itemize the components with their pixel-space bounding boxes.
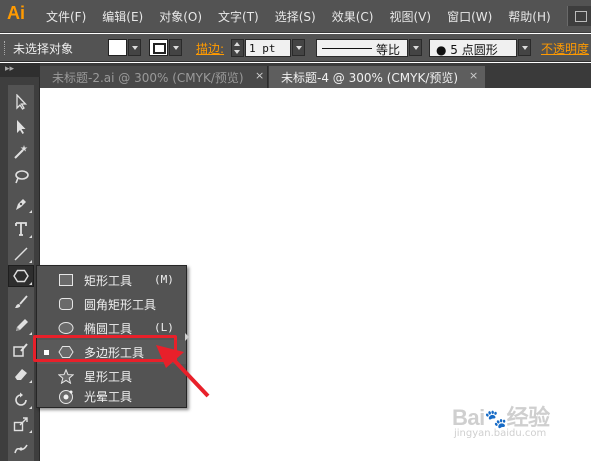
scale-tool[interactable] — [8, 413, 34, 435]
lasso-icon — [15, 170, 29, 184]
selection-status: 未选择对象 — [13, 42, 74, 56]
opacity-label-link[interactable]: 不透明度 — [541, 40, 589, 57]
more-tools-indicator — [29, 380, 32, 383]
type-t-icon — [15, 222, 27, 236]
direct-selection-arrow-icon — [17, 120, 26, 134]
more-tools-indicator — [29, 406, 32, 409]
app-logo: Ai — [7, 3, 25, 23]
stroke-label-link[interactable]: 描边: — [196, 40, 224, 57]
control-bar: 未选择对象 描边: 1 pt 等比 ● 5 点圆形 不透明度 — [0, 34, 591, 62]
blob-brush-icon — [13, 343, 28, 357]
watermark-url: jingyan.baidu.com — [454, 428, 547, 439]
flyout-item-rectangle[interactable]: 矩形工具 (M) — [37, 268, 186, 292]
paw-icon: 🐾 — [484, 409, 507, 429]
menu-bar: Ai 文件(F) 编辑(E) 对象(O) 文字(T) 选择(S) 效果(C) 视… — [0, 0, 591, 33]
ellipse-icon — [58, 322, 74, 334]
polygon-icon — [13, 269, 29, 283]
more-tools-indicator — [29, 282, 32, 285]
baidu-jingyan-watermark: Bai🐾经验 jingyan.baidu.com — [452, 400, 550, 439]
lasso-tool[interactable] — [8, 166, 34, 188]
stroke-weight-dropdown-arrow[interactable] — [292, 39, 305, 56]
more-tools-indicator — [29, 332, 32, 335]
more-tools-indicator — [29, 235, 32, 238]
more-tools-indicator — [29, 260, 32, 263]
polygon-tool[interactable] — [8, 265, 34, 287]
menu-effect[interactable]: 效果(C) — [332, 8, 374, 25]
rotate-icon — [15, 392, 27, 406]
tools-panel: ▸▸ — [0, 63, 40, 461]
flyout-item-rounded-rectangle[interactable]: 圆角矩形工具 — [37, 292, 186, 316]
line-segment-icon — [14, 247, 28, 261]
magic-wand-tool[interactable] — [8, 141, 34, 163]
fill-swatch[interactable] — [108, 39, 127, 56]
tab-document-4[interactable]: 未标题-4 @ 300% (CMYK/预览) × — [269, 66, 485, 88]
paintbrush-icon — [15, 295, 28, 308]
close-icon[interactable]: × — [469, 69, 478, 82]
menu-view[interactable]: 视图(V) — [389, 8, 431, 25]
panel-grip[interactable] — [4, 41, 7, 55]
menu-edit[interactable]: 编辑(E) — [102, 8, 143, 25]
profile-dropdown-arrow[interactable] — [409, 39, 422, 56]
tab-document-2[interactable]: 未标题-2.ai @ 300% (CMYK/预览) × — [40, 66, 268, 88]
width-tool-icon — [14, 444, 28, 454]
flyout-item-shortcut: (L) — [154, 321, 174, 334]
annotation-arrow — [156, 345, 210, 398]
tools-panel-header[interactable]: ▸▸ — [0, 63, 40, 77]
rounded-rectangle-icon — [59, 298, 73, 310]
blob-brush-tool[interactable] — [8, 339, 34, 361]
pencil-icon — [16, 319, 28, 331]
flyout-item-label: 光晕工具 — [84, 390, 133, 404]
collapse-icon[interactable]: ▸▸ — [5, 64, 14, 74]
menu-type[interactable]: 文字(T) — [218, 8, 259, 25]
flyout-item-label: 矩形工具 — [84, 274, 133, 288]
flyout-item-label: 星形工具 — [84, 370, 133, 384]
flyout-item-label: 圆角矩形工具 — [84, 298, 157, 312]
type-tool[interactable] — [8, 218, 34, 240]
rotate-tool[interactable] — [8, 389, 34, 411]
pen-tool[interactable] — [8, 193, 34, 215]
scale-icon — [13, 417, 28, 432]
eraser-tool[interactable] — [8, 363, 34, 385]
menu-file[interactable]: 文件(F) — [46, 8, 86, 25]
profile-label: 等比 — [376, 43, 401, 57]
stroke-dropdown-arrow[interactable] — [169, 39, 182, 56]
more-tools-indicator — [29, 210, 32, 213]
eraser-icon — [15, 369, 27, 380]
stroke-weight-field[interactable]: 1 pt — [245, 39, 291, 57]
selection-tool[interactable] — [8, 91, 34, 113]
menu-window[interactable]: 窗口(W) — [447, 8, 492, 25]
direct-selection-tool[interactable] — [8, 116, 34, 138]
flyout-item-shortcut: (M) — [154, 273, 174, 286]
stroke-weight-stepper[interactable] — [231, 39, 244, 57]
selection-arrow-icon — [16, 94, 28, 110]
workspace-switcher-button[interactable] — [567, 6, 591, 26]
line-preview — [322, 48, 372, 49]
tab-label: 未标题-2.ai @ 300% (CMYK/预览) — [52, 71, 244, 85]
fill-dropdown-arrow[interactable] — [128, 39, 141, 56]
paintbrush-tool[interactable] — [8, 291, 34, 313]
magic-wand-icon — [14, 145, 28, 159]
menu-object[interactable]: 对象(O) — [159, 8, 202, 25]
stroke-swatch[interactable] — [149, 39, 168, 56]
menu-items: 文件(F) 编辑(E) 对象(O) 文字(T) 选择(S) 效果(C) 视图(V… — [46, 0, 567, 33]
menu-select[interactable]: 选择(S) — [275, 8, 316, 25]
brush-dropdown-arrow[interactable] — [518, 39, 531, 56]
tab-label: 未标题-4 @ 300% (CMYK/预览) — [281, 71, 459, 85]
variable-width-profile-dropdown[interactable]: 等比 — [316, 39, 408, 57]
width-tool[interactable] — [8, 437, 34, 459]
brush-definition-dropdown[interactable]: ● 5 点圆形 — [429, 39, 517, 57]
line-segment-tool[interactable] — [8, 243, 34, 265]
pencil-tool[interactable] — [8, 315, 34, 337]
close-icon[interactable]: × — [255, 69, 264, 82]
watermark-brand: Bai🐾经验 — [452, 405, 550, 430]
rectangle-icon — [59, 274, 73, 286]
menu-help[interactable]: 帮助(H) — [508, 8, 550, 25]
tools-list — [8, 85, 34, 461]
flare-icon — [59, 390, 73, 404]
more-tools-indicator — [29, 430, 32, 433]
pen-nib-icon — [16, 199, 26, 210]
document-tab-bar: 未标题-2.ai @ 300% (CMYK/预览) × 未标题-4 @ 300%… — [0, 63, 591, 88]
star-icon — [58, 369, 74, 384]
